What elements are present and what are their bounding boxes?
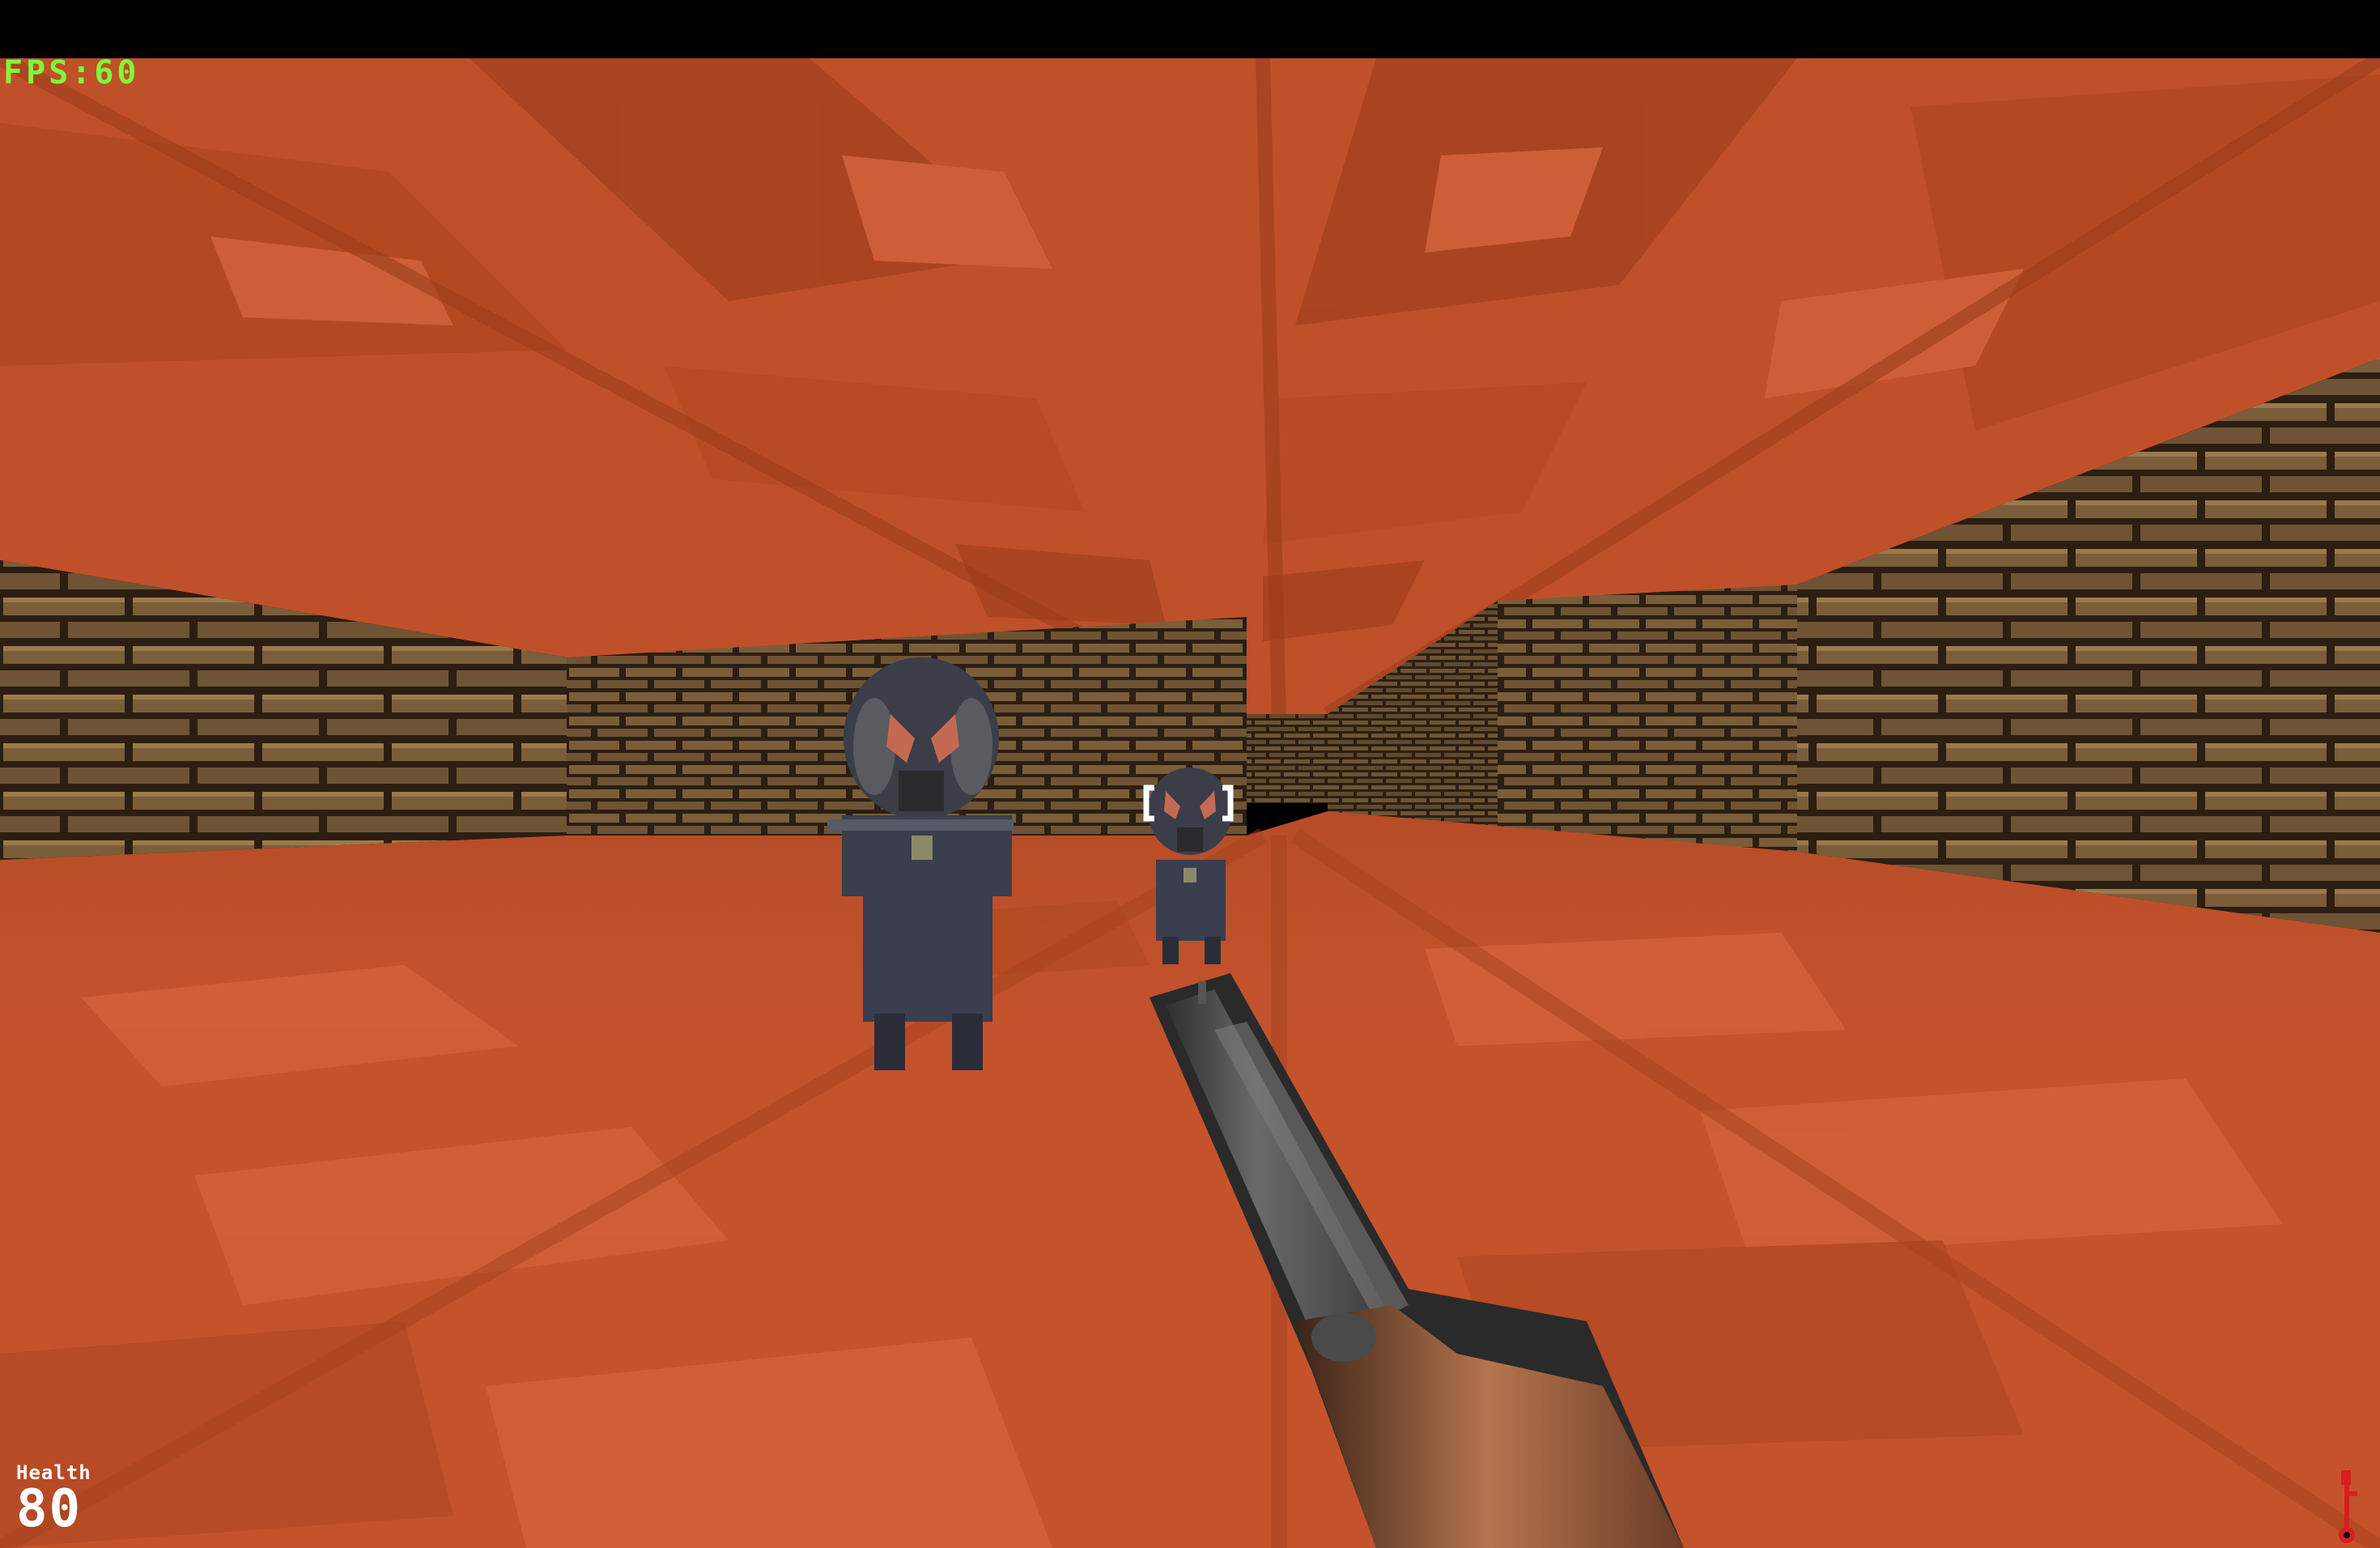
red-key-icon — [2330, 1467, 2362, 1545]
top-black-bar — [0, 0, 2380, 58]
health-value: 80 — [16, 1479, 83, 1539]
health-display: Health 80 — [16, 1462, 91, 1535]
fps-counter: FPS:60 — [3, 54, 140, 91]
crosshair-icon — [1143, 785, 1234, 822]
